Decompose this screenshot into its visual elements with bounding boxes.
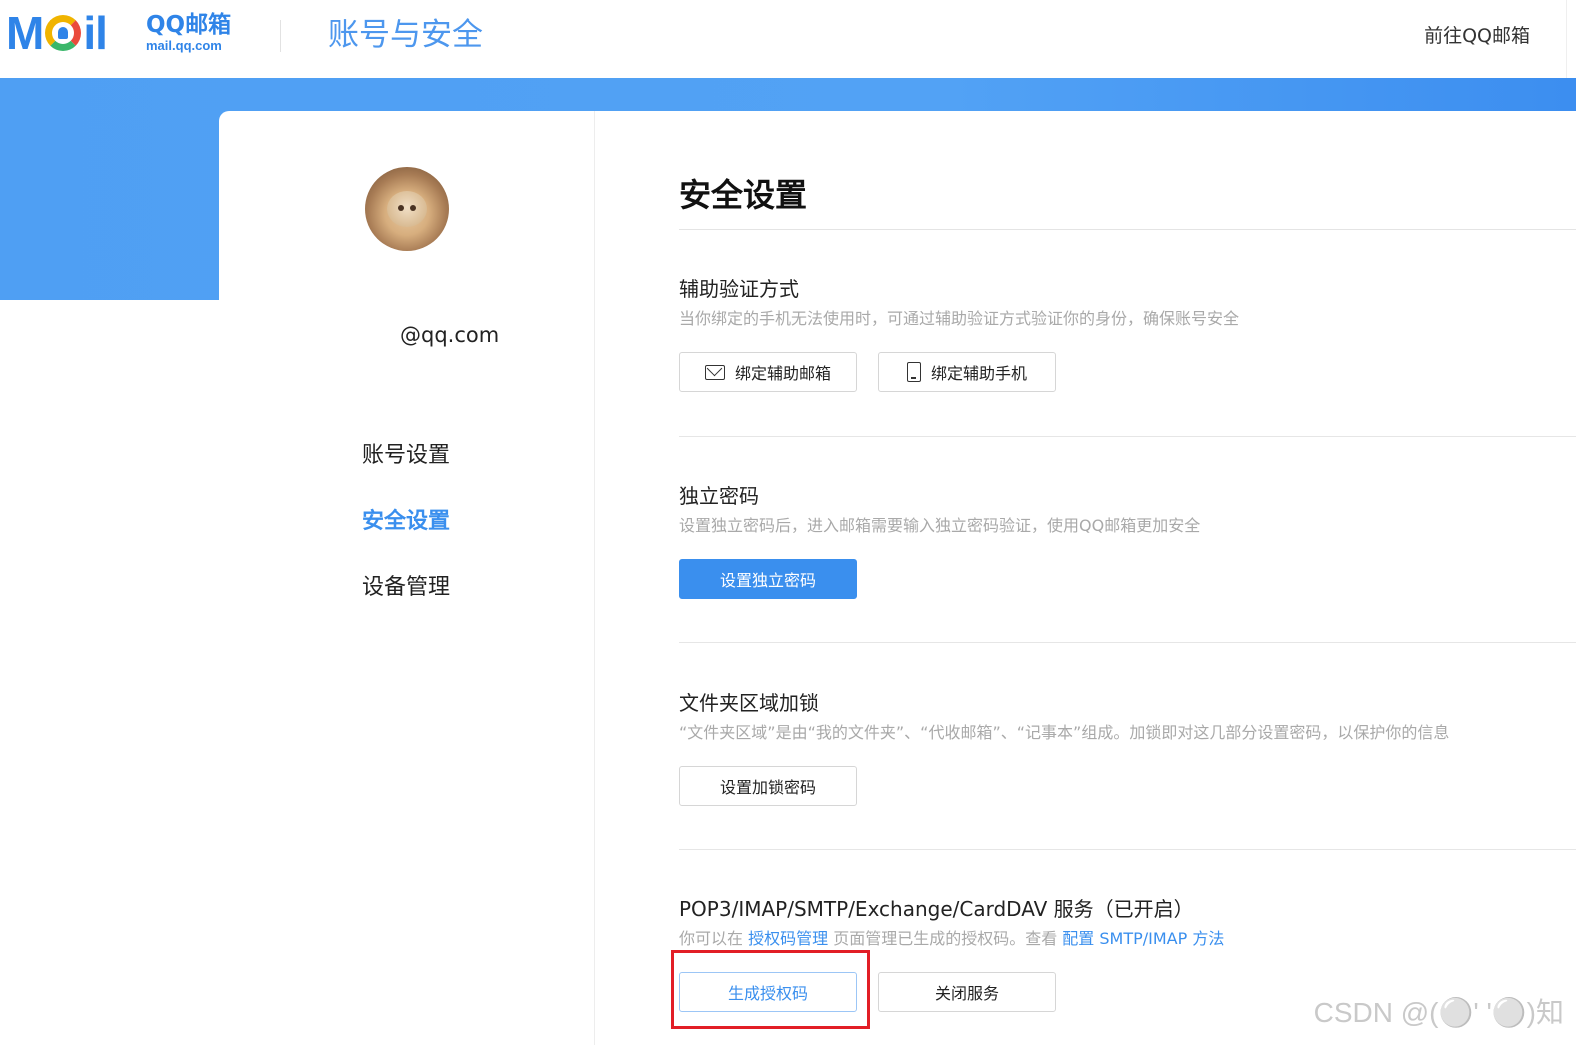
section-independent-password: 独立密码 设置独立密码后，进入邮箱需要输入独立密码验证，使用QQ邮箱更加安全 bbox=[679, 481, 1576, 539]
avatar-eye bbox=[410, 205, 416, 211]
description-text: 你可以在 bbox=[679, 929, 749, 948]
section-title: 文件夹区域加锁 bbox=[679, 691, 819, 715]
avatar[interactable] bbox=[365, 167, 449, 251]
section-description: 设置独立密码后，进入邮箱需要输入独立密码验证，使用QQ邮箱更加安全 bbox=[679, 516, 1201, 535]
watermark: CSDN @(⚪' '⚪)知 bbox=[1313, 997, 1564, 1028]
scrollbar-edge bbox=[1566, 0, 1576, 78]
button-row: 设置独立密码 bbox=[679, 559, 857, 599]
sidebar-item-device-management[interactable]: 设备管理 bbox=[362, 573, 450, 603]
bind-backup-email-button[interactable]: 绑定辅助邮箱 bbox=[679, 352, 857, 392]
button-label: 绑定辅助手机 bbox=[930, 364, 1027, 383]
section-description: “文件夹区域”是由“我的文件夹”、“代收邮箱”、“记事本”组成。加锁即对这几部分… bbox=[679, 723, 1450, 742]
mail-icon bbox=[704, 364, 725, 380]
divider bbox=[679, 229, 1576, 230]
settings-card: @qq.com 账号设置 安全设置 设备管理 安全设置 辅助验证方式 当你绑定的… bbox=[219, 111, 1576, 1045]
account-security-page: Mil QQ邮箱 mail.qq.com 账号与安全 前往QQ邮箱 @qq.co… bbox=[0, 0, 1576, 1045]
section-description: 你可以在 授权码管理 页面管理已生成的授权码。查看 配置 SMTP/IMAP 方… bbox=[679, 926, 1576, 952]
avatar-cat-face bbox=[387, 191, 427, 227]
divider bbox=[679, 849, 1576, 850]
section-folder-lock: 文件夹区域加锁 “文件夹区域”是由“我的文件夹”、“代收邮箱”、“记事本”组成。… bbox=[679, 688, 1576, 746]
button-row: 绑定辅助邮箱 绑定辅助手机 bbox=[679, 352, 1056, 392]
sidebar-item-account-settings[interactable]: 账号设置 bbox=[362, 441, 450, 471]
sidebar-item-security-settings[interactable]: 安全设置 bbox=[362, 507, 450, 537]
header-divider bbox=[280, 20, 281, 52]
section-description: 当你绑定的手机无法使用时，可通过辅助验证方式验证你的身份，确保账号安全 bbox=[679, 309, 1240, 328]
auth-code-management-link[interactable]: 授权码管理 bbox=[748, 929, 828, 948]
section-title: 辅助验证方式 bbox=[679, 277, 799, 301]
bind-backup-phone-button[interactable]: 绑定辅助手机 bbox=[878, 352, 1056, 392]
red-highlight-box bbox=[671, 950, 870, 1029]
logo-ring-icon bbox=[45, 15, 82, 51]
set-lock-password-button[interactable]: 设置加锁密码 bbox=[679, 766, 857, 806]
page-title: 安全设置 bbox=[679, 176, 808, 214]
account-email: @qq.com bbox=[400, 323, 500, 347]
top-bar: Mil QQ邮箱 mail.qq.com 账号与安全 前往QQ邮箱 bbox=[0, 0, 1576, 78]
phone-icon bbox=[906, 362, 921, 382]
section-title: POP3/IMAP/SMTP/Exchange/CardDAV 服务（已开启） bbox=[679, 897, 1194, 921]
goto-qq-mail-link[interactable]: 前往QQ邮箱 bbox=[1424, 22, 1530, 50]
divider bbox=[679, 642, 1576, 643]
divider bbox=[679, 436, 1576, 437]
section-backup-verification: 辅助验证方式 当你绑定的手机无法使用时，可通过辅助验证方式验证你的身份，确保账号… bbox=[679, 274, 1576, 332]
logo-subtitle: mail.qq.com bbox=[146, 38, 222, 53]
disable-service-button[interactable]: 关闭服务 bbox=[878, 972, 1056, 1012]
set-independent-password-button[interactable]: 设置独立密码 bbox=[679, 559, 857, 599]
main-content: 安全设置 辅助验证方式 当你绑定的手机无法使用时，可通过辅助验证方式验证你的身份… bbox=[679, 111, 1576, 1045]
button-label: 绑定辅助邮箱 bbox=[734, 364, 831, 383]
description-text: 页面管理已生成的授权码。查看 bbox=[828, 929, 1063, 948]
avatar-eye bbox=[398, 205, 404, 211]
sidebar-nav: 账号设置 安全设置 设备管理 bbox=[362, 441, 450, 639]
header-title: 账号与安全 bbox=[328, 17, 483, 53]
section-title: 独立密码 bbox=[679, 484, 759, 508]
button-row: 设置加锁密码 bbox=[679, 766, 857, 806]
logo-title: QQ邮箱 bbox=[146, 12, 232, 38]
logo-mail-word: Mil bbox=[6, 7, 108, 59]
smtp-imap-config-link[interactable]: 配置 SMTP/IMAP 方法 bbox=[1062, 929, 1224, 948]
section-pop3-imap-smtp-service: POP3/IMAP/SMTP/Exchange/CardDAV 服务（已开启） … bbox=[679, 894, 1576, 952]
logo-text: QQ邮箱 mail.qq.com bbox=[146, 12, 231, 54]
sidebar: @qq.com 账号设置 安全设置 设备管理 bbox=[219, 111, 595, 1045]
